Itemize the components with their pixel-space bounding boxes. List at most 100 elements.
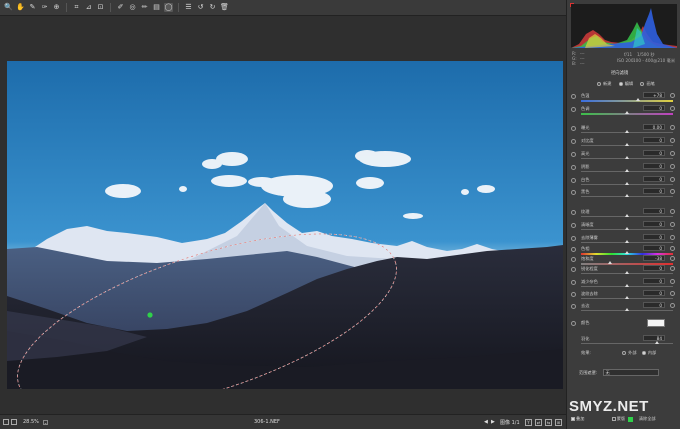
- prev-image-icon[interactable]: ◀: [484, 419, 488, 425]
- adjustment-thumb[interactable]: [625, 169, 629, 172]
- adjustment-value[interactable]: -38: [643, 255, 665, 261]
- next-image-icon[interactable]: ▶: [491, 419, 495, 425]
- mask-checkbox[interactable]: 蒙版: [611, 416, 625, 421]
- toggle-settings-icon[interactable]: ⊞: [555, 418, 562, 426]
- reset-adjustment-icon[interactable]: [571, 247, 576, 252]
- adjustment-thumb[interactable]: [625, 214, 629, 217]
- swap-icon[interactable]: ⇄: [535, 418, 542, 426]
- mode-brush-radio[interactable]: 画笔: [640, 81, 655, 86]
- reset-adjustment-icon[interactable]: [571, 190, 576, 195]
- mode-new-radio[interactable]: 新建: [597, 81, 611, 86]
- reset-adjustment-icon[interactable]: [571, 165, 576, 170]
- range-mask-select[interactable]: 无: [602, 369, 659, 376]
- reset-adjustment-icon[interactable]: [571, 236, 576, 241]
- rotate-ccw-icon[interactable]: ↺: [196, 3, 205, 12]
- adjustment-value[interactable]: 0.00: [643, 124, 665, 130]
- adjustment-brush-tool-icon[interactable]: ✏: [140, 3, 149, 12]
- spot-removal-tool-icon[interactable]: ✐: [116, 3, 125, 12]
- reset-adjustment-icon[interactable]: [571, 223, 576, 228]
- mask-color-swatch[interactable]: [628, 416, 634, 422]
- zoom-dropdown-icon[interactable]: ⌄: [42, 419, 48, 425]
- color-swatch[interactable]: [647, 319, 665, 327]
- toggle-adjustment-icon[interactable]: [670, 256, 675, 261]
- adjustment-value[interactable]: 0: [643, 208, 665, 214]
- photo-preview[interactable]: [7, 61, 563, 389]
- color-sampler-tool-icon[interactable]: ✑: [40, 3, 49, 12]
- toggle-adjustment-icon[interactable]: [670, 246, 675, 251]
- adjustment-value[interactable]: 0: [643, 163, 665, 169]
- adjustment-value[interactable]: +78: [643, 92, 665, 98]
- feather-thumb[interactable]: [655, 341, 659, 344]
- reset-adjustment-icon[interactable]: [571, 304, 576, 309]
- red-eye-tool-icon[interactable]: ◎: [128, 3, 137, 12]
- radial-filter-tool-icon[interactable]: ◯: [164, 3, 173, 12]
- adjustment-thumb[interactable]: [625, 240, 629, 243]
- targeted-adjustment-tool-icon[interactable]: ⊕: [52, 3, 61, 12]
- adjustment-thumb[interactable]: [625, 111, 629, 114]
- adjustment-thumb[interactable]: [625, 143, 629, 146]
- adjustment-value[interactable]: 0: [643, 188, 665, 194]
- compare-y-icon[interactable]: Y: [525, 418, 532, 426]
- graduated-filter-tool-icon[interactable]: ▤: [152, 3, 161, 12]
- toggle-adjustment-icon[interactable]: [670, 138, 675, 143]
- overlay-checkbox[interactable]: 叠加: [571, 416, 584, 421]
- toggle-adjustment-icon[interactable]: [670, 177, 675, 182]
- feather-value[interactable]: 84: [643, 335, 665, 341]
- adjustment-thumb[interactable]: [625, 251, 629, 254]
- fit-view-icon[interactable]: [3, 419, 9, 425]
- hand-tool-icon[interactable]: ✋: [16, 3, 25, 12]
- adjustment-thumb[interactable]: [625, 227, 629, 230]
- reset-adjustment-icon[interactable]: [571, 152, 576, 157]
- adjustment-value[interactable]: 0: [643, 137, 665, 143]
- adjustment-thumb[interactable]: [636, 98, 641, 101]
- toggle-adjustment-icon[interactable]: [670, 235, 675, 240]
- adjustment-value[interactable]: 0: [643, 302, 665, 308]
- adjustment-value[interactable]: 0: [643, 105, 665, 111]
- reset-adjustment-icon[interactable]: [571, 139, 576, 144]
- adjustment-thumb[interactable]: [625, 296, 629, 299]
- mode-edit-radio[interactable]: 编辑: [618, 81, 633, 86]
- adjustment-value[interactable]: 0: [643, 265, 665, 271]
- adjustment-value[interactable]: 0: [643, 221, 665, 227]
- toggle-adjustment-icon[interactable]: [670, 189, 675, 194]
- adjustment-thumb[interactable]: [625, 308, 629, 311]
- toggle-adjustment-icon[interactable]: [670, 222, 675, 227]
- adjustment-value[interactable]: 0: [643, 245, 665, 251]
- copy-settings-icon[interactable]: ⇆: [545, 418, 552, 426]
- adjustment-value[interactable]: 0: [643, 150, 665, 156]
- effect-outside-radio[interactable]: 外部: [622, 350, 637, 355]
- toggle-adjustment-icon[interactable]: [670, 125, 675, 130]
- transform-tool-icon[interactable]: ⊡: [96, 3, 105, 12]
- toggle-adjustment-icon[interactable]: [670, 151, 675, 156]
- adjustment-thumb[interactable]: [625, 182, 629, 185]
- zoom-level[interactable]: 28.5%: [23, 419, 39, 425]
- adjustment-thumb[interactable]: [625, 284, 629, 287]
- fill-view-icon[interactable]: [11, 419, 17, 425]
- adjustment-thumb[interactable]: [625, 271, 629, 274]
- reset-adjustment-icon[interactable]: [571, 267, 576, 272]
- toggle-adjustment-icon[interactable]: [670, 106, 675, 111]
- toggle-adjustment-icon[interactable]: [670, 291, 675, 296]
- zoom-tool-icon[interactable]: 🔍: [4, 3, 13, 12]
- adjustment-thumb[interactable]: [625, 194, 629, 197]
- adjustment-value[interactable]: 0: [643, 278, 665, 284]
- adjustment-thumb[interactable]: [625, 156, 629, 159]
- toggle-adjustment-icon[interactable]: [670, 266, 675, 271]
- adjustment-thumb[interactable]: [625, 130, 629, 133]
- effect-inside-radio[interactable]: 内部: [641, 350, 656, 355]
- toggle-adjustment-icon[interactable]: [670, 93, 675, 98]
- adjustment-value[interactable]: 0: [643, 176, 665, 182]
- reset-color-icon[interactable]: [571, 321, 576, 326]
- clear-all-button[interactable]: 清除全部: [639, 416, 656, 421]
- reset-adjustment-icon[interactable]: [571, 107, 576, 112]
- straighten-tool-icon[interactable]: ⊿: [84, 3, 93, 12]
- reset-adjustment-icon[interactable]: [571, 292, 576, 297]
- reset-adjustment-icon[interactable]: [571, 210, 576, 215]
- preferences-icon[interactable]: ☰: [184, 3, 193, 12]
- crop-tool-icon[interactable]: ⌗: [72, 3, 81, 12]
- rotate-cw-icon[interactable]: ↻: [208, 3, 217, 12]
- white-balance-tool-icon[interactable]: ✎: [28, 3, 37, 12]
- image-canvas[interactable]: [0, 16, 566, 414]
- reset-adjustment-icon[interactable]: [571, 126, 576, 131]
- toggle-adjustment-icon[interactable]: [670, 164, 675, 169]
